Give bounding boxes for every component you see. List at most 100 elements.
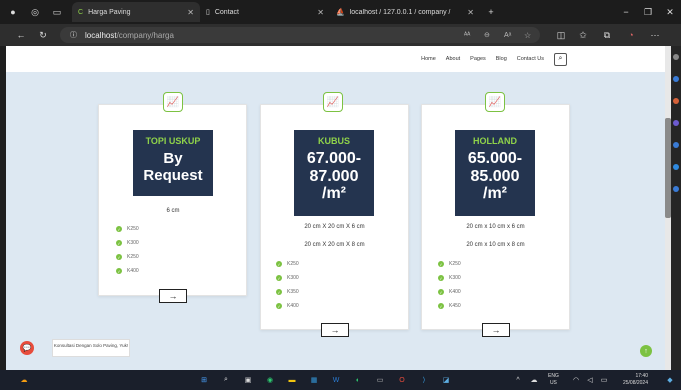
whatsapp-icon[interactable]: ◉ <box>264 374 276 386</box>
grade-label: K250 <box>449 261 461 267</box>
size-spec: 20 cm x 10 cm x 8 cm <box>466 242 525 248</box>
windows-taskbar: ☁ ⊞ ⌕ ▣ ◉ ▬ ▦ W ◐ ▭ O ⟩ ◪ ^ ☁ ENG US ◠ ◁… <box>0 370 681 390</box>
grade-label: K400 <box>287 303 299 309</box>
chat-button[interactable]: 💬 <box>20 341 34 355</box>
tab-contact[interactable]: ▯ Contact ✕ <box>200 2 330 22</box>
back-icon[interactable]: ← <box>14 28 28 42</box>
cloud-icon[interactable]: ☁ <box>528 374 540 386</box>
check-icon: ✓ <box>116 226 122 232</box>
nav-home[interactable]: Home <box>421 56 436 62</box>
translate-icon[interactable]: Aᵃ <box>504 32 511 39</box>
tab-actions-icon[interactable]: ▭ <box>50 5 64 19</box>
favorites-icon[interactable]: ✩ <box>576 28 590 42</box>
arrow-button[interactable]: → <box>159 289 187 303</box>
shopping-icon[interactable] <box>673 98 679 104</box>
nav-pages[interactable]: Pages <box>470 56 486 62</box>
list-item: ✓ K400 <box>276 299 299 313</box>
list-item: ✓ K250 <box>116 250 139 264</box>
arrow-button[interactable]: → <box>321 323 349 337</box>
split-screen-icon[interactable]: ◫ <box>554 28 568 42</box>
battery-icon[interactable]: ▭ <box>598 374 610 386</box>
size-spec: 20 cm x 10 cm x 6 cm <box>466 224 525 230</box>
zoom-icon[interactable]: ⊖ <box>484 31 490 39</box>
tray-chevron-icon[interactable]: ^ <box>512 374 524 386</box>
notification-icon[interactable]: ◆ <box>664 374 676 386</box>
new-tab-icon[interactable]: + <box>484 5 498 19</box>
collections-icon[interactable]: ⧉ <box>600 28 614 42</box>
document-icon: ▯ <box>206 9 210 16</box>
file-explorer-icon[interactable]: ▬ <box>286 374 298 386</box>
price-line: By <box>163 150 183 167</box>
lang-bottom: US <box>549 379 557 386</box>
tab-phpmyadmin[interactable]: ⛵ localhost / 127.0.0.1 / company / ✕ <box>330 2 480 22</box>
copilot-icon[interactable]: ◔ <box>624 28 638 42</box>
tab-title: Harga Paving <box>88 8 131 16</box>
price-line: Request <box>143 166 203 184</box>
games-icon[interactable] <box>673 120 679 126</box>
task-view-icon[interactable]: ▣ <box>242 374 254 386</box>
tab-title: localhost / 127.0.0.1 / company / <box>349 8 451 16</box>
maximize-icon[interactable]: ❐ <box>641 5 655 19</box>
nav-blog[interactable]: Blog <box>496 56 507 62</box>
clock-date: 25/08/2024 <box>622 379 648 386</box>
url-field[interactable]: ⓘ localhost/company/harga ᴬᴬ ⊖ Aᵃ ☆ <box>60 27 540 43</box>
close-window-icon[interactable]: ✕ <box>663 5 677 19</box>
search-button[interactable]: ⌕ <box>554 52 567 66</box>
browser-sidebar <box>671 46 681 370</box>
add-icon[interactable] <box>673 186 679 192</box>
weather-icon[interactable]: ☁ <box>18 374 30 386</box>
store-icon[interactable]: ▦ <box>308 374 320 386</box>
price-line: 67.000- <box>306 150 362 167</box>
clock[interactable]: 17:40 25/08/2024 <box>612 373 648 386</box>
size-spec: 20 cm X 20 cm X 8 cm <box>304 242 365 248</box>
price-line: 65.000- <box>467 150 523 167</box>
arrow-right-icon: → <box>168 291 178 301</box>
favorite-star-icon[interactable]: ☆ <box>524 31 531 40</box>
profile-icon[interactable]: ● <box>6 5 20 19</box>
tools-icon[interactable] <box>673 76 679 82</box>
site-info-icon[interactable]: ⓘ <box>70 30 77 40</box>
nav-about[interactable]: About <box>446 56 460 62</box>
browser-tab-bar: ● ◎ ▭ C Harga Paving ✕ ▯ Contact ✕ ⛵ loc… <box>0 0 681 24</box>
grade-label: K250 <box>127 254 139 260</box>
start-icon[interactable]: ⊞ <box>198 374 210 386</box>
close-tab-icon[interactable]: ✕ <box>467 8 474 17</box>
list-item: ✓ K450 <box>438 299 461 313</box>
list-item: ✓ K250 <box>116 222 139 236</box>
close-tab-icon[interactable]: ✕ <box>187 8 194 17</box>
search-icon[interactable]: ⌕ <box>220 374 232 386</box>
url-host: localhost <box>85 30 117 40</box>
grade-label: K450 <box>449 303 461 309</box>
opera-icon[interactable]: O <box>396 374 408 386</box>
chart-icon: 📈 <box>485 92 505 112</box>
back-to-top-button[interactable]: ↑ <box>640 345 652 357</box>
search-icon[interactable] <box>673 54 679 60</box>
wifi-icon[interactable]: ◠ <box>570 374 582 386</box>
volume-icon[interactable]: ◁ <box>584 374 596 386</box>
edge-icon[interactable]: ◐ <box>352 374 364 386</box>
site-navbar: Home About Pages Blog Contact Us ⌕ <box>6 46 665 72</box>
read-aloud-icon[interactable]: ᴬᴬ <box>464 32 470 39</box>
arrow-right-icon: → <box>491 325 501 335</box>
check-icon: ✓ <box>116 240 122 246</box>
nav-contact-us[interactable]: Contact Us <box>517 56 544 62</box>
refresh-icon[interactable]: ↻ <box>36 28 50 42</box>
product-category: HOLLAND <box>473 136 517 146</box>
arrow-button[interactable]: → <box>482 323 510 337</box>
check-icon: ✓ <box>438 275 444 281</box>
outlook-icon[interactable] <box>673 164 679 170</box>
tab-harga-paving[interactable]: C Harga Paving ✕ <box>72 2 200 22</box>
more-options-icon[interactable]: ⋯ <box>648 28 662 42</box>
price-panel: KUBUS 67.000- 87.000 /m² <box>294 130 374 216</box>
workspaces-icon[interactable]: ◎ <box>28 5 42 19</box>
chat-label[interactable]: Konsultasi Dengan Solo Paving, Yuk! <box>52 339 130 357</box>
list-item: ✓ K400 <box>116 264 139 278</box>
word-icon[interactable]: W <box>330 374 342 386</box>
language-indicator[interactable]: ENG US <box>548 373 559 386</box>
close-tab-icon[interactable]: ✕ <box>317 8 324 17</box>
terminal-icon[interactable]: ▭ <box>374 374 386 386</box>
minimize-icon[interactable]: − <box>619 5 633 19</box>
vscode-icon[interactable]: ⟩ <box>418 374 430 386</box>
photos-icon[interactable]: ◪ <box>440 374 452 386</box>
office-icon[interactable] <box>673 142 679 148</box>
